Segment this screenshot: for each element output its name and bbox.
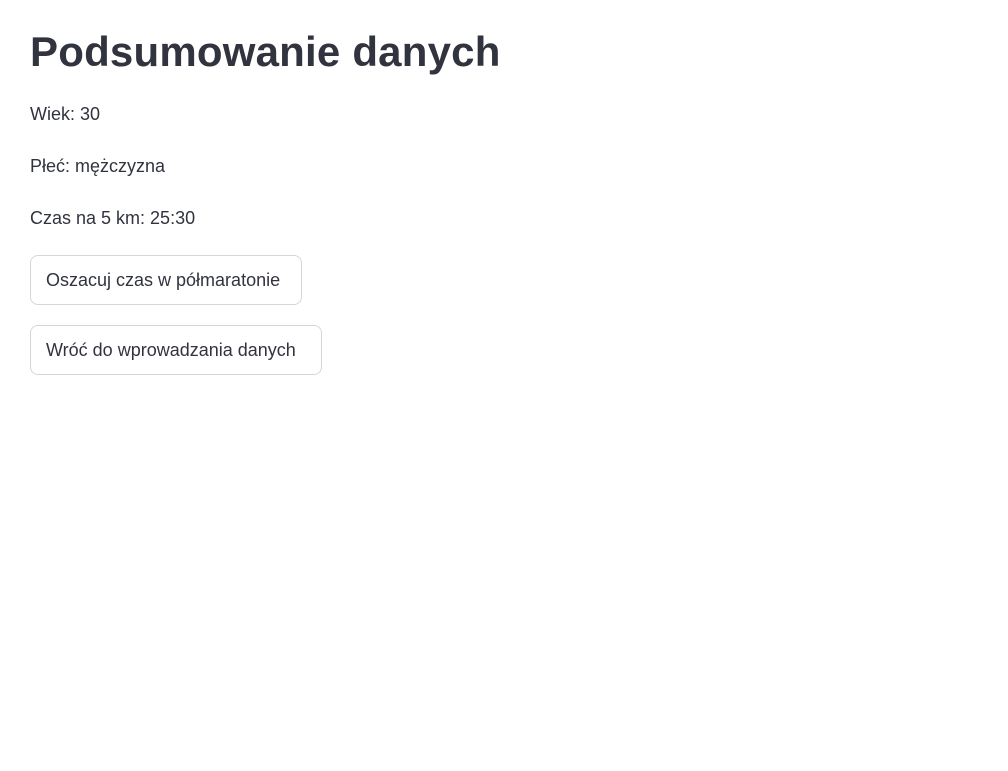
main-container: Podsumowanie danych Wiek: 30 Płeć: mężcz… [0, 0, 1008, 771]
sex-text: Płeć: mężczyzna [30, 156, 166, 176]
estimate-half-marathon-button[interactable]: Oszacuj czas w półmaratonie [30, 255, 302, 305]
back-to-data-entry-button[interactable]: Wróć do wprowadzania danych [30, 325, 322, 375]
age-text: Wiek: 30 [30, 104, 101, 124]
page-title: Podsumowanie danych [30, 28, 501, 75]
five-km-time-text: Czas na 5 km: 25:30 [30, 208, 196, 228]
